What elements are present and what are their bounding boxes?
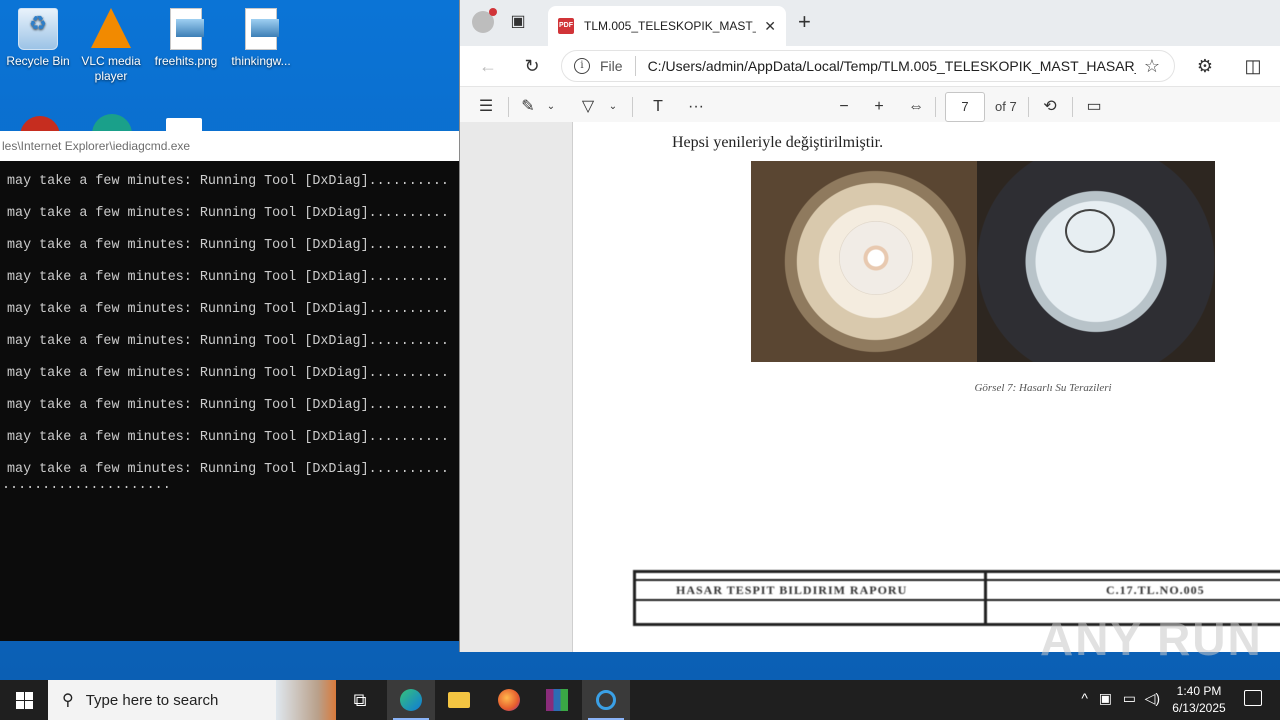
divider — [632, 97, 633, 117]
console-line-tail: ..................... — [2, 478, 171, 493]
task-view-icon[interactable]: ⧉ — [336, 680, 384, 720]
anyrun-watermark: ANY RUN — [1040, 613, 1263, 665]
desktop-icon-label: VLC media player — [81, 54, 141, 83]
desktop-icon-thinkingw[interactable]: thinkingw... — [225, 8, 297, 69]
divider — [1072, 97, 1073, 117]
page-number-input[interactable]: 7 — [945, 92, 985, 122]
contents-icon[interactable]: ☰ — [476, 95, 496, 119]
console-title: les\Internet Explorer\iediagcmd.exe — [0, 131, 459, 161]
tab-actions-icon[interactable]: ▣ — [508, 12, 528, 32]
tab-title: TLM.005_TELESKOPIK_MAST_HASAR — [584, 19, 756, 33]
recycle-bin-icon — [18, 8, 58, 50]
search-placeholder: Type here to search — [85, 691, 219, 709]
address-bar: ← ↻ i File C:/Users/admin/AppData/Local/… — [460, 46, 1280, 86]
file-explorer-icon[interactable] — [435, 680, 483, 720]
start-button[interactable] — [0, 680, 48, 720]
network-icon[interactable]: ▭ — [1123, 690, 1136, 707]
console-line: may take a few minutes: Running Tool [Dx… — [7, 398, 449, 413]
desktop-icon-label: freehits.png — [154, 54, 218, 68]
console-output: may take a few minutes: Running Tool [Dx… — [0, 161, 459, 497]
taskbar-search[interactable]: ⚲ Type here to search — [48, 680, 336, 720]
device-icon[interactable]: ▣ — [1099, 690, 1112, 707]
desktop-icon-vlc[interactable]: VLC media player — [75, 8, 147, 84]
photo-left — [751, 161, 977, 362]
internet-explorer-icon[interactable] — [582, 680, 630, 720]
footer-title: HASAR TESPIT BILDIRIM RAPORU — [676, 583, 908, 597]
windows-icon — [16, 692, 33, 709]
notification-icon[interactable] — [1244, 690, 1262, 706]
damaged-levels-photo — [751, 161, 1215, 362]
back-icon[interactable]: ← — [476, 54, 500, 78]
console-line: may take a few minutes: Running Tool [Dx… — [7, 174, 449, 189]
volume-icon[interactable]: ◁) — [1145, 690, 1160, 707]
favorite-star-icon[interactable]: ☆ — [1144, 56, 1160, 77]
text-icon[interactable]: T — [648, 95, 668, 119]
clock-time: 1:40 PM — [1176, 684, 1222, 698]
taskbar: ⚲ Type here to search ⧉ ^ ▣ ▭ ◁) 1:40 PM… — [0, 680, 1280, 720]
pdf-body-text: Hepsi yenileriyle değiştirilmiştir. — [672, 134, 884, 151]
divider — [508, 97, 509, 117]
zoom-in-icon[interactable]: + — [869, 95, 889, 119]
zoom-out-icon[interactable]: − — [834, 95, 854, 119]
tab-strip: ▣ PDF TLM.005_TELESKOPIK_MAST_HASAR ✕ + — [460, 0, 1280, 46]
pdf-toolbar: ☰ ✎ ⌄ ▽ ⌄ T ··· − + ⇔ 7 of 7 ⟲ ▭ — [460, 86, 1280, 126]
draw-icon[interactable]: ▽ — [578, 95, 598, 119]
console-line: may take a few minutes: Running Tool [Dx… — [7, 238, 449, 253]
new-tab-icon[interactable]: + — [798, 11, 811, 33]
url-scheme: File — [600, 58, 623, 74]
console-line: may take a few minutes: Running Tool [Dx… — [7, 302, 449, 317]
photo-right — [977, 161, 1215, 362]
clock-date: 6/13/2025 — [1172, 701, 1226, 715]
footer-row: HASAR TESPIT BILDIRIM RAPORU C.17.TL.NO.… — [636, 579, 1280, 601]
divider — [634, 56, 636, 76]
profile-icon[interactable] — [472, 8, 497, 33]
clock[interactable]: 1:40 PM 6/13/2025 — [1164, 683, 1234, 717]
image-file-icon — [170, 8, 204, 50]
footer-code: C.17.TL.NO.005 — [1106, 583, 1205, 597]
console-line: may take a few minutes: Running Tool [Dx… — [7, 334, 449, 349]
tab-pdf[interactable]: PDF TLM.005_TELESKOPIK_MAST_HASAR ✕ — [548, 6, 786, 46]
page-view-icon[interactable]: ▭ — [1084, 95, 1104, 119]
divider — [1028, 97, 1029, 117]
pdf-viewer[interactable]: Hepsi yenileriyle değiştirilmiştir. Görs… — [460, 122, 1280, 652]
chevron-down-icon[interactable]: ⌄ — [606, 95, 620, 119]
image-file-icon — [245, 8, 279, 50]
chevron-up-icon[interactable]: ^ — [1081, 690, 1088, 706]
extensions-icon[interactable]: ⚙ — [1193, 54, 1217, 78]
firefox-icon[interactable] — [485, 680, 533, 720]
vlc-icon — [91, 8, 131, 48]
console-window[interactable]: les\Internet Explorer\iediagcmd.exe may … — [0, 131, 459, 641]
more-options-icon[interactable]: ··· — [684, 95, 708, 119]
info-icon[interactable]: i — [574, 58, 590, 74]
desktop-icon-recycle-bin[interactable]: Recycle Bin — [2, 8, 74, 69]
pdf-icon: PDF — [558, 18, 574, 34]
console-line: may take a few minutes: Running Tool [Dx… — [7, 270, 449, 285]
desktop-icon-label: Recycle Bin — [6, 54, 70, 68]
desktop-icon-label: thinkingw... — [231, 54, 291, 68]
pdf-page: Hepsi yenileriyle değiştirilmiştir. Görs… — [572, 122, 1280, 652]
page-count: of 7 — [995, 99, 1017, 114]
console-line: may take a few minutes: Running Tool [Dx… — [7, 206, 449, 221]
chevron-down-icon[interactable]: ⌄ — [544, 95, 558, 119]
url-field[interactable]: i File C:/Users/admin/AppData/Local/Temp… — [561, 50, 1175, 82]
split-screen-icon[interactable]: ◫ — [1241, 54, 1265, 78]
edge-browser-window[interactable]: ▣ PDF TLM.005_TELESKOPIK_MAST_HASAR ✕ + … — [459, 0, 1280, 652]
edge-taskbar-icon[interactable] — [387, 680, 435, 720]
highlight-icon[interactable]: ✎ — [518, 95, 538, 119]
console-line: may take a few minutes: Running Tool [Dx… — [7, 430, 449, 445]
search-icon: ⚲ — [62, 692, 74, 709]
refresh-icon[interactable]: ↻ — [520, 54, 544, 78]
close-tab-icon[interactable]: ✕ — [764, 18, 776, 35]
url-text: C:/Users/admin/AppData/Local/Temp/TLM.00… — [647, 58, 1136, 74]
divider — [935, 97, 936, 117]
figure-caption: Görsel 7: Hasarlı Su Terazileri — [974, 382, 1112, 394]
winrar-icon[interactable] — [533, 680, 581, 720]
fit-width-icon[interactable]: ⇔ — [906, 95, 926, 119]
divider — [984, 573, 987, 623]
rotate-icon[interactable]: ⟲ — [1040, 95, 1060, 119]
desktop-icon-freehits[interactable]: freehits.png — [150, 8, 222, 69]
search-highlight-image — [276, 680, 336, 720]
console-line: may take a few minutes: Running Tool [Dx… — [7, 366, 449, 381]
